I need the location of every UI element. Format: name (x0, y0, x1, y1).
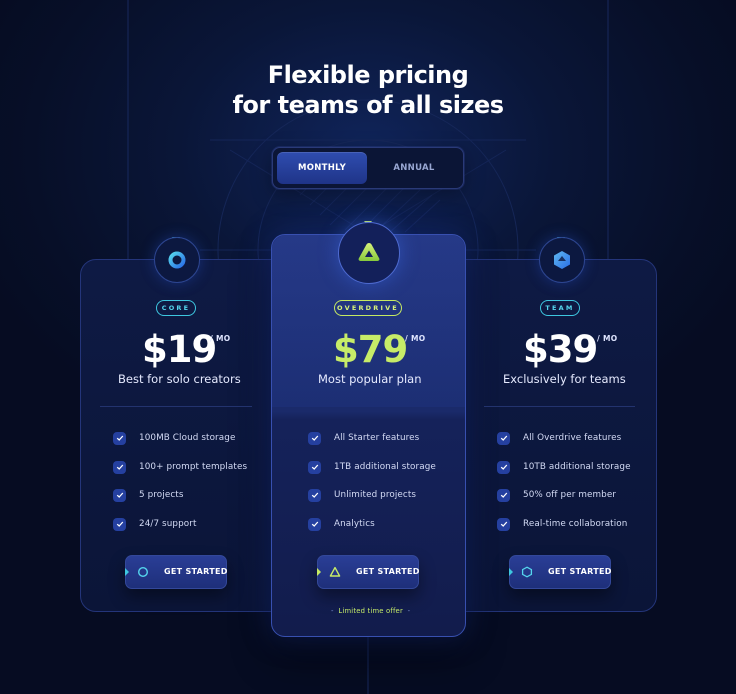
plan-period-team: / MO (597, 334, 618, 343)
hexagon-icon (539, 237, 585, 283)
billing-toggle: MONTHLY ANNUAL (272, 147, 464, 189)
check-icon (113, 431, 126, 445)
feature-item: Analytics (308, 517, 375, 531)
check-icon (308, 460, 321, 474)
feature-item: 100MB Cloud storage (113, 431, 235, 445)
check-icon (308, 517, 321, 531)
hexagon-icon (521, 566, 533, 578)
feature-item: All Starter features (308, 431, 419, 445)
limited-offer-note: - Limited time offer - (331, 607, 411, 615)
feature-item: 100+ prompt templates (113, 460, 247, 474)
check-icon (497, 431, 510, 445)
ring-icon (154, 237, 200, 283)
check-icon (113, 460, 126, 474)
feature-item: 10TB additional storage (497, 460, 631, 474)
get-started-button-overdrive[interactable]: GET STARTED (317, 555, 419, 589)
get-started-button-core[interactable]: GET STARTED (125, 555, 227, 589)
feature-item: Real-time collaboration (497, 517, 627, 531)
check-icon (308, 488, 321, 502)
ring-icon (137, 566, 149, 578)
feature-item: 24/7 support (113, 517, 197, 531)
feature-item: Unlimited projects (308, 488, 416, 502)
toggle-annual[interactable]: ANNUAL (369, 152, 459, 184)
feature-item: All Overdrive features (497, 431, 621, 445)
check-icon (497, 517, 510, 531)
plan-tagline-team: Exclusively for teams (503, 372, 626, 386)
page-title: Flexible pricing for teams of all sizes (0, 60, 736, 120)
check-icon (113, 488, 126, 502)
plan-badge-team: TEAM (540, 300, 580, 316)
plan-tagline-core: Best for solo creators (118, 372, 241, 386)
plan-badge-overdrive: OVERDRIVE (334, 300, 402, 316)
title-line-2: for teams of all sizes (232, 91, 504, 119)
check-icon (497, 460, 510, 474)
feature-item: 1TB additional storage (308, 460, 436, 474)
plan-badge-core: CORE (156, 300, 196, 316)
plan-period-overdrive: / MO (405, 334, 426, 343)
triangle-icon (338, 222, 400, 284)
plan-price-core: $19 (142, 328, 217, 371)
divider (484, 406, 635, 407)
triangle-icon (329, 566, 341, 577)
divider (100, 406, 252, 407)
plan-tagline-overdrive: Most popular plan (318, 372, 422, 386)
check-icon (497, 488, 510, 502)
check-icon (308, 431, 321, 445)
plan-price-overdrive: $79 (333, 328, 408, 371)
check-icon (113, 517, 126, 531)
plan-period-core: / MO (210, 334, 231, 343)
feature-item: 50% off per member (497, 488, 616, 502)
feature-item: 5 projects (113, 488, 184, 502)
title-line-1: Flexible pricing (267, 61, 469, 89)
toggle-monthly[interactable]: MONTHLY (277, 152, 367, 184)
plan-price-team: $39 (523, 328, 598, 371)
get-started-button-team[interactable]: GET STARTED (509, 555, 611, 589)
